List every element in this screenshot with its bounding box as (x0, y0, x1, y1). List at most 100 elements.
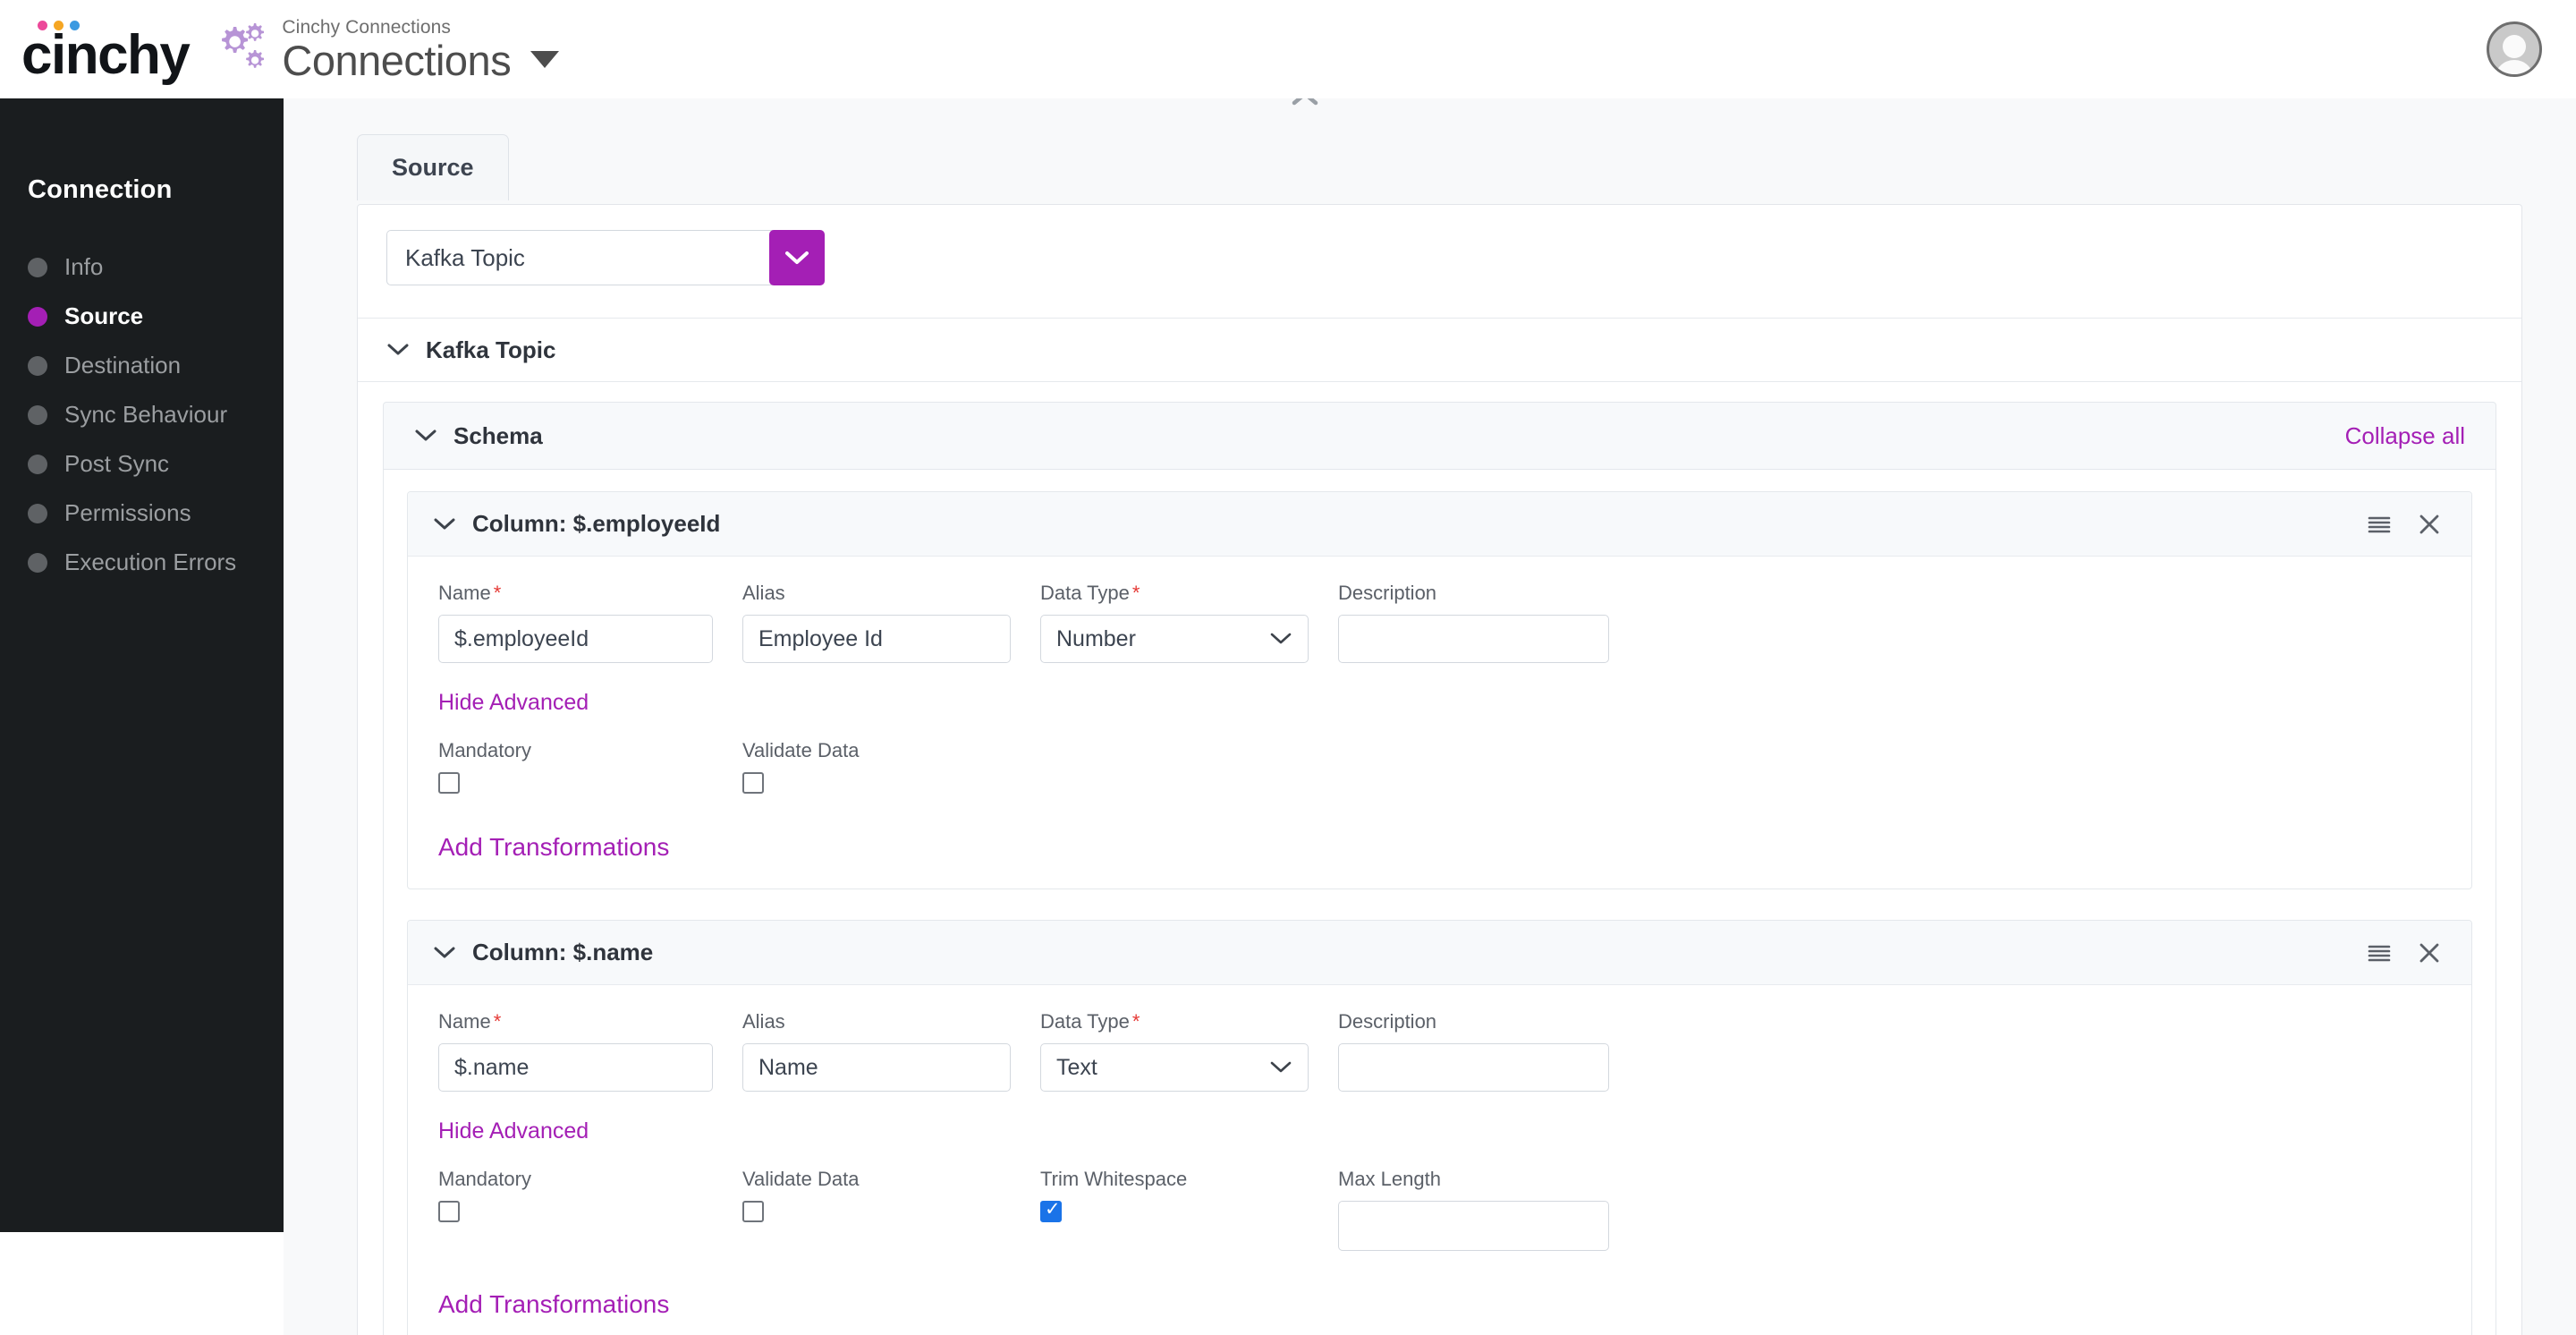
sidebar-item-label: Source (64, 302, 144, 329)
caret-down-icon[interactable] (530, 50, 560, 68)
name-field-group: Name * (438, 1010, 713, 1092)
description-label: Description (1338, 1010, 1437, 1033)
add-transformations-link[interactable]: Add Transformations (438, 1290, 669, 1319)
max-length-input[interactable] (1338, 1201, 1609, 1251)
sidebar-item-post-sync[interactable]: Post Sync (0, 439, 284, 489)
max-length-option: Max Length (1338, 1168, 1609, 1251)
advanced-options-row: Mandatory Validate Data (438, 739, 2441, 794)
trim-whitespace-option: Trim Whitespace (1040, 1168, 1309, 1251)
data-type-label: Data Type * (1040, 582, 1140, 604)
sidebar-nav: Info Source Destination Sync Behaviour P… (0, 242, 284, 587)
mandatory-label: Mandatory (438, 1168, 531, 1190)
alias-input[interactable] (742, 615, 1011, 663)
data-type-select[interactable]: Text (1040, 1043, 1309, 1092)
app-title: Connections (282, 36, 512, 84)
hide-advanced-link[interactable]: Hide Advanced (438, 1118, 589, 1144)
column-card-body: Name* Alias Data Type* Text (408, 985, 2471, 1335)
mandatory-checkbox[interactable] (438, 772, 460, 794)
source-type-input[interactable] (386, 230, 775, 285)
logo-text: cinchy (21, 24, 191, 86)
mandatory-checkbox[interactable] (438, 1201, 460, 1222)
validate-data-checkbox[interactable] (742, 772, 764, 794)
alias-field-group: Alias (742, 582, 1011, 663)
sidebar-item-label: Execution Errors (64, 548, 237, 575)
sidebar-item-destination[interactable]: Destination (0, 341, 284, 390)
validate-data-option: Validate Data (742, 739, 1011, 794)
close-icon[interactable] (2418, 513, 2441, 536)
source-type-select-row (358, 205, 2521, 285)
schema-header: Schema Collapse all (383, 402, 2496, 470)
status-dot-icon (28, 257, 47, 277)
chevron-down-icon (785, 251, 809, 264)
source-type-dropdown-button[interactable] (769, 230, 825, 285)
sidebar-item-source[interactable]: Source (0, 292, 284, 341)
max-length-label: Max Length (1338, 1168, 1441, 1190)
name-label: Name * (438, 1010, 502, 1033)
drag-handle-icon[interactable] (2368, 944, 2391, 962)
collapse-header-button[interactable] (1287, 98, 1323, 116)
validate-data-label: Validate Data (742, 739, 860, 761)
status-dot-icon (28, 306, 47, 327)
top-bar: cinchy Cinchy Connections Connections (0, 0, 2576, 98)
column-card-body: Name* Alias Data Type* Number (408, 557, 2471, 889)
description-field-group: Description (1338, 1010, 1609, 1092)
column-card-header[interactable]: Column: $.name (408, 921, 2471, 985)
description-input[interactable] (1338, 1043, 1609, 1092)
close-icon[interactable] (2418, 941, 2441, 965)
data-type-field-group: Data Type * Text (1040, 1010, 1309, 1092)
sidebar-item-info[interactable]: Info (0, 242, 284, 292)
status-dot-icon (28, 454, 47, 474)
avatar[interactable] (2487, 21, 2542, 77)
sidebar-item-sync-behaviour[interactable]: Sync Behaviour (0, 390, 284, 439)
chevron-down-icon[interactable] (386, 343, 410, 357)
app-subtitle: Cinchy Connections (282, 16, 451, 38)
alias-input[interactable] (742, 1043, 1011, 1092)
required-asterisk: * (1131, 582, 1140, 604)
source-type-select[interactable] (386, 230, 825, 285)
sidebar-item-label: Destination (64, 352, 182, 378)
column-card-header[interactable]: Column: $.employeeId (408, 492, 2471, 557)
sidebar-item-label: Info (64, 253, 104, 280)
description-field-group: Description (1338, 582, 1609, 663)
drag-handle-icon[interactable] (2368, 515, 2391, 533)
data-type-field-group: Data Type * Number (1040, 582, 1309, 663)
sidebar-item-execution-errors[interactable]: Execution Errors (0, 538, 284, 587)
alias-label: Alias (742, 582, 785, 604)
schema-wrapper: Schema Collapse all Column: $.employeeId… (358, 382, 2521, 1335)
mandatory-label: Mandatory (438, 739, 531, 761)
data-type-select[interactable]: Number (1040, 615, 1309, 663)
sidebar-item-label: Post Sync (64, 450, 170, 477)
trim-whitespace-checkbox[interactable] (1040, 1199, 1062, 1222)
chevron-up-icon (1292, 98, 1318, 106)
column-card: Column: $.name Name * $.name Alias Name … (407, 920, 2472, 1335)
source-panel: Kafka Topic Schema Collapse all (357, 204, 2522, 1335)
alias-label: Alias (742, 1010, 785, 1033)
sidebar: Connection Info Source Destination Sync … (0, 98, 284, 1232)
description-label: Description (1338, 582, 1437, 604)
status-dot-icon (28, 552, 47, 573)
kafka-topic-section-header[interactable]: Kafka Topic (358, 318, 2521, 382)
name-input[interactable] (438, 615, 713, 663)
chevron-down-icon[interactable] (433, 946, 456, 960)
cinchy-logo[interactable]: cinchy (21, 15, 191, 86)
schema-title: Schema (453, 421, 543, 449)
name-input[interactable] (438, 1043, 713, 1092)
name-field-group: Name * (438, 582, 713, 663)
add-transformations-link[interactable]: Add Transformations (438, 833, 669, 862)
status-dot-icon (28, 404, 47, 425)
trim-whitespace-label: Trim Whitespace (1040, 1168, 1188, 1190)
mandatory-option: Mandatory (438, 1168, 713, 1251)
description-input[interactable] (1338, 615, 1609, 663)
sidebar-item-permissions[interactable]: Permissions (0, 489, 284, 538)
chevron-down-icon[interactable] (414, 429, 437, 443)
chevron-down-icon[interactable] (433, 517, 456, 531)
status-dot-icon (28, 503, 47, 523)
hide-advanced-link[interactable]: Hide Advanced (438, 690, 589, 716)
chevron-down-icon (1270, 1061, 1292, 1073)
column-fields-row: Name* Alias Data Type* Text (438, 1010, 2441, 1092)
collapse-all-link[interactable]: Collapse all (2345, 422, 2465, 450)
validate-data-checkbox[interactable] (742, 1201, 764, 1222)
main-content: Source Kafka Topic Kafka Topic Schema Co… (284, 98, 2576, 1335)
tab-source[interactable]: Source (357, 134, 509, 200)
column-card-title: Column: $.employeeId (472, 510, 721, 537)
